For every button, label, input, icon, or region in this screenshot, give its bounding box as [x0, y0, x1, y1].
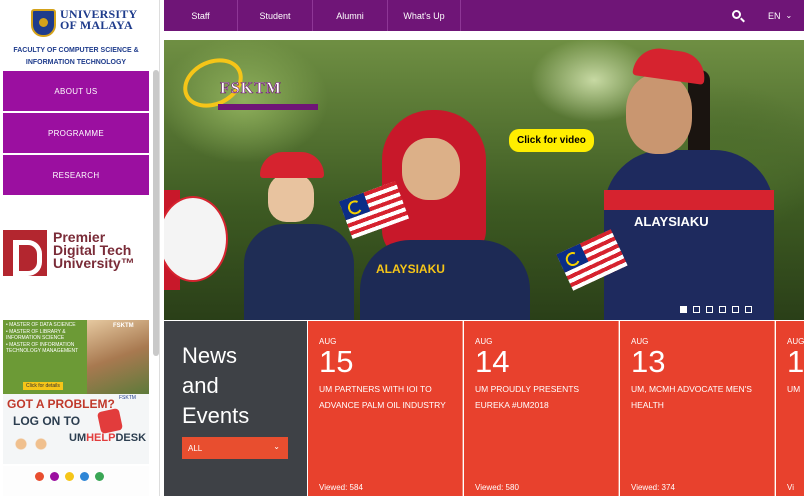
programme-item: • MASTER OF DATA SCIENCE — [6, 322, 76, 328]
hero-shape — [360, 240, 530, 320]
university-logo[interactable]: UNIVERSITY OF MALAYA FACULTY OF COMPUTER… — [0, 0, 152, 70]
premier-banner[interactable]: Premier Digital Tech University™ — [3, 230, 149, 276]
hero-shape — [268, 174, 314, 222]
app-icon — [50, 472, 59, 481]
chevron-down-icon: ⌄ — [785, 11, 793, 20]
news-heading-line2: and — [182, 373, 219, 398]
jersey-text: ALAYSIAKU — [634, 214, 709, 229]
nav-alumni[interactable]: Alumni — [313, 0, 388, 31]
news-heading: News and Events — [182, 341, 249, 431]
news-heading-line1: News — [182, 343, 238, 368]
helpdesk-subtitle: LOG ON TO — [13, 414, 81, 428]
news-card[interactable]: AUG 13 UM, MCMH ADVOCATE MEN'S HEALTH Vi… — [620, 321, 775, 496]
search-icon[interactable] — [732, 10, 741, 19]
helpdesk-brand-accent: HELP — [86, 432, 116, 444]
faculty-name-line1: FACULTY OF COMPUTER SCIENCE & — [13, 47, 139, 54]
programmes-details-button[interactable]: Click for details — [23, 382, 63, 390]
helpdesk-logo: FSKTM — [119, 395, 136, 401]
news-day: 13 — [631, 344, 666, 379]
news-and-events-panel: News and Events ALL ⌄ — [164, 321, 307, 496]
nav-staff[interactable]: Staff — [164, 0, 238, 31]
app-icon — [80, 472, 89, 481]
faculty-name: FACULTY OF COMPUTER SCIENCE & INFORMATIO… — [0, 45, 152, 69]
premier-text: Premier Digital Tech University™ — [53, 230, 135, 271]
fsktm-logo-text: FSKTM — [220, 80, 282, 98]
programmes-photo — [87, 320, 149, 394]
news-day: 1 — [787, 344, 804, 379]
fsktm-logo: FSKTM — [175, 49, 322, 124]
hero-shape — [402, 138, 460, 200]
jersey-text: ALAYSIAKU — [376, 262, 445, 276]
hero-shape — [604, 190, 774, 210]
faculty-name-line2: INFORMATION TECHNOLOGY — [25, 59, 127, 66]
app-icon — [65, 472, 74, 481]
language-selector[interactable]: EN ⌄ — [768, 0, 792, 31]
helpdesk-banner[interactable]: GOT A PROBLEM? LOG ON TO FSKTM UMHELPDES… — [3, 394, 149, 464]
app-icon — [35, 472, 44, 481]
university-name-line2: OF MALAYA — [60, 18, 133, 32]
news-day: 14 — [475, 344, 510, 379]
nav-whats-up[interactable]: What's Up — [388, 0, 461, 31]
click-for-video-button[interactable]: Click for video — [509, 129, 594, 152]
helpdesk-people-illustration — [11, 436, 51, 460]
programme-item: • MASTER OF LIBRARY & INFORMATION SCIENC… — [6, 329, 66, 341]
hero-shape — [164, 196, 228, 282]
sidebar-item-about-us[interactable]: ABOUT US — [3, 71, 149, 111]
slider-dot[interactable] — [693, 306, 700, 313]
crest-icon — [31, 9, 56, 37]
news-views: Viewed: 584 — [319, 483, 363, 492]
news-title[interactable]: UM — [787, 381, 804, 397]
news-day: 15 — [319, 344, 354, 379]
app-icon — [95, 472, 104, 481]
slider-dot[interactable] — [745, 306, 752, 313]
news-title[interactable]: UM PARTNERS WITH IOI TO ADVANCE PALM OIL… — [319, 381, 451, 413]
news-card[interactable]: AUG 14 UM PROUDLY PRESENTS EUREKA #UM201… — [464, 321, 619, 496]
hero-shape — [604, 150, 774, 320]
news-views: Viewed: 374 — [631, 483, 675, 492]
sidebar-scrollbar[interactable] — [153, 70, 159, 356]
language-label: EN — [768, 10, 781, 21]
news-views: Viewed: 580 — [475, 483, 519, 492]
news-filter-value: ALL — [188, 443, 203, 453]
slider-dots — [680, 306, 758, 313]
sidebar-menu: ABOUT US PROGRAMME RESEARCH — [3, 71, 149, 197]
premier-line3: University™ — [53, 255, 135, 271]
news-card[interactable]: AUG 1 UM Vi — [776, 321, 804, 496]
helpdesk-brand-prefix: UM — [69, 432, 87, 444]
news-filter-select[interactable]: ALL ⌄ — [182, 437, 288, 459]
hero-shape — [626, 74, 692, 154]
nav-student[interactable]: Student — [238, 0, 313, 31]
programmes-banner[interactable]: • MASTER OF DATA SCIENCE • MASTER OF LIB… — [3, 320, 149, 394]
sidebar-item-research[interactable]: RESEARCH — [3, 155, 149, 195]
news-title[interactable]: UM PROUDLY PRESENTS EUREKA #UM2018 — [475, 381, 607, 413]
slider-dot[interactable] — [732, 306, 739, 313]
hero-shape — [244, 224, 354, 320]
news-card[interactable]: AUG 15 UM PARTNERS WITH IOI TO ADVANCE P… — [308, 321, 463, 496]
help-key-icon — [96, 407, 124, 435]
sidebar-item-programme[interactable]: PROGRAMME — [3, 113, 149, 153]
news-heading-line3: Events — [182, 403, 250, 428]
hero-shape — [260, 152, 324, 178]
news-title[interactable]: UM, MCMH ADVOCATE MEN'S HEALTH — [631, 381, 763, 413]
helpdesk-title: GOT A PROBLEM? — [7, 397, 115, 411]
apps-banner[interactable] — [3, 466, 149, 496]
fsktm-logo-bar — [218, 104, 318, 110]
slider-dot[interactable] — [680, 306, 687, 313]
hero-slider[interactable]: ALAYSIAKU ALAYSIAKU FSKTM Click for vide… — [164, 40, 804, 320]
top-navigation: Staff Student Alumni What's Up EN ⌄ — [164, 0, 804, 31]
premier-logo-icon — [3, 230, 47, 276]
helpdesk-brand-suffix: DESK — [115, 432, 147, 444]
programme-item: • MASTER OF INFORMATION TECHNOLOGY MANAG… — [6, 342, 79, 354]
programmes-logo: FSKTM — [113, 323, 134, 329]
helpdesk-brand: UMHELPDESK — [69, 432, 146, 444]
sidebar: UNIVERSITY OF MALAYA FACULTY OF COMPUTER… — [0, 0, 160, 496]
slider-dot[interactable] — [719, 306, 726, 313]
university-name: UNIVERSITY OF MALAYA — [60, 8, 137, 32]
programmes-list: • MASTER OF DATA SCIENCE • MASTER OF LIB… — [6, 322, 88, 355]
slider-dot[interactable] — [706, 306, 713, 313]
chevron-down-icon: ⌄ — [273, 442, 280, 451]
news-views: Vi — [787, 483, 794, 492]
